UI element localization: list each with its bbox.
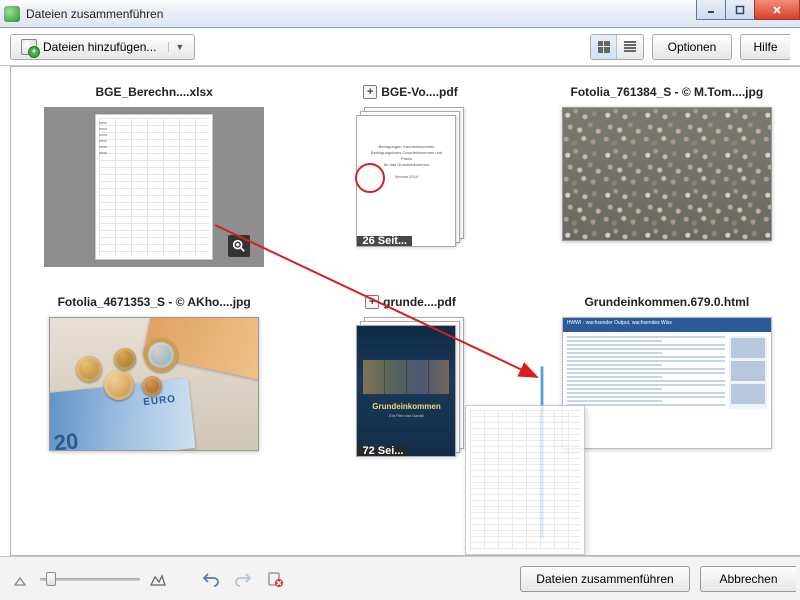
file-thumbnail[interactable]: xxxxxxxxxxxxxxxxxxxxxxxx [44,107,264,267]
maximize-button[interactable] [725,0,755,20]
window-title: Dateien zusammenführen [26,7,163,21]
chevron-down-icon: ▼ [168,42,184,52]
zoom-slider[interactable] [40,570,140,588]
minimize-button[interactable] [696,0,726,20]
slider-thumb[interactable] [46,572,56,586]
file-label: Grundeinkommen.679.0.html [584,295,749,309]
add-files-label: Dateien hinzufügen... [43,40,156,54]
file-item[interactable]: Fotolia_761384_S - © M.Tom....jpg [548,85,786,267]
title-bar: Dateien zusammenführen [0,0,800,28]
redo-button[interactable] [232,569,254,589]
zoom-out-icon[interactable] [14,573,30,585]
app-icon [4,6,20,22]
file-thumbnail[interactable] [562,107,772,241]
grid-view-button[interactable] [591,35,617,59]
zoom-icon[interactable] [228,235,250,257]
view-toggle [590,34,644,60]
file-grid[interactable]: BGE_Berechn....xlsx xxxxxxxxxxxxxxxxxxxx… [10,66,800,556]
file-label: + grunde....pdf [365,295,456,309]
toolbar: Dateien hinzufügen... ▼ Optionen Hilfe [0,28,800,66]
delete-button[interactable] [264,569,286,589]
window-controls [697,0,800,20]
combine-files-button[interactable]: Dateien zusammenführen [520,566,690,592]
file-label: + BGE-Vo....pdf [363,85,457,99]
annotation-circle [355,163,385,193]
undo-button[interactable] [200,569,222,589]
cancel-button[interactable]: Abbrechen [700,566,796,592]
page-count-badge: 72 Sei... [357,446,408,456]
file-thumbnail[interactable]: Grundeinkommen Ein Film von Daniel 72 Se… [356,317,464,457]
file-item[interactable]: + BGE-Vo....pdf Befragungen Grundeinkomm… [291,85,529,267]
bottom-bar: Dateien zusammenführen Abbrechen [0,556,800,600]
grid-icon [598,41,610,53]
list-icon [624,41,636,53]
pdf-cover-preview: Grundeinkommen Ein Film von Daniel [357,326,455,456]
options-button[interactable]: Optionen [652,34,732,60]
help-button[interactable]: Hilfe [740,34,790,60]
file-item[interactable]: Fotolia_4671353_S - © AKho....jpg EURO [35,295,273,457]
file-label: BGE_Berechn....xlsx [95,85,212,99]
expand-icon[interactable]: + [365,295,379,309]
file-thumbnail[interactable]: HWWI - wachsender Output, wachsendes Wis… [562,317,772,449]
file-thumbnail[interactable]: EURO [49,317,259,451]
file-label: Fotolia_761384_S - © M.Tom....jpg [570,85,763,99]
close-button[interactable] [754,0,800,20]
zoom-in-icon[interactable] [150,573,166,585]
add-files-icon [21,39,37,55]
list-view-button[interactable] [617,35,643,59]
file-label: Fotolia_4671353_S - © AKho....jpg [58,295,251,309]
file-item[interactable]: BGE_Berechn....xlsx xxxxxxxxxxxxxxxxxxxx… [35,85,273,267]
page-count-badge: 26 Seit... [357,236,412,246]
spreadsheet-preview: xxxxxxxxxxxxxxxxxxxxxxxx [94,113,214,261]
expand-icon[interactable]: + [363,85,377,99]
add-files-button[interactable]: Dateien hinzufügen... ▼ [10,34,195,60]
drag-ghost [465,405,585,555]
